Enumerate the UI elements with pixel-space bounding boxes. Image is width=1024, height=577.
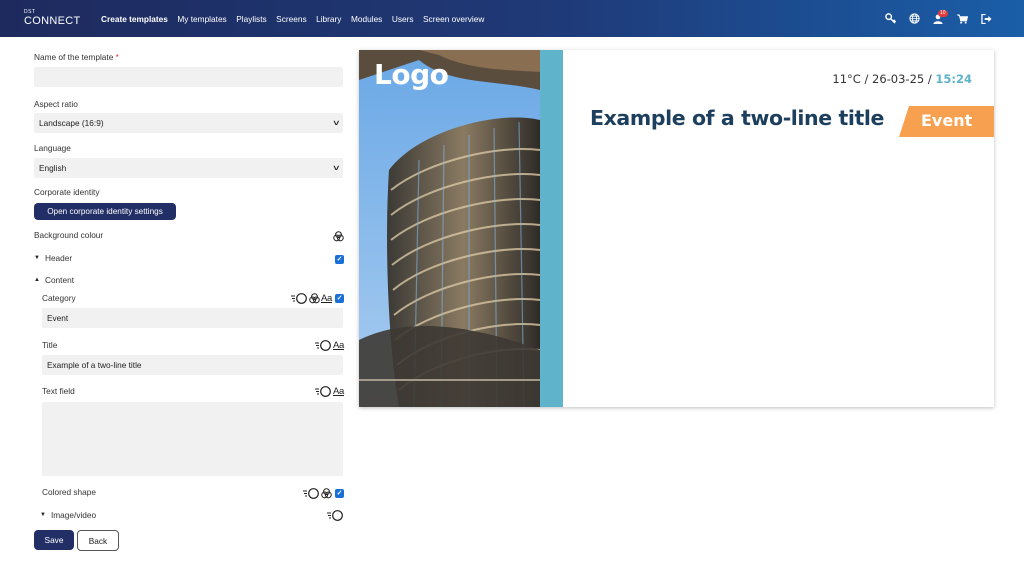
chevron-down-icon: ˅ <box>333 118 340 128</box>
preview-title: Example of a two-line title <box>590 106 885 130</box>
caret-down-icon: ▼ <box>40 512 46 518</box>
brand-logo-bottom: CONNECT <box>24 15 81 27</box>
name-label: Name of the template * <box>34 52 119 62</box>
font-settings-icon[interactable]: Aa <box>333 386 344 397</box>
nav-library[interactable]: Library <box>316 14 341 24</box>
top-navigation-bar: DST CONNECT Create templates My template… <box>0 0 1024 37</box>
template-name-input[interactable] <box>34 67 343 87</box>
nav-screen-overview[interactable]: Screen overview <box>423 14 484 24</box>
name-label-text: Name of the template <box>34 52 114 62</box>
title-controls: Aa <box>314 339 344 351</box>
accent-stripe <box>540 50 563 407</box>
header-controls: ✓ <box>335 253 344 265</box>
animation-icon[interactable] <box>303 487 320 499</box>
animation-icon[interactable] <box>327 509 344 521</box>
font-settings-icon[interactable]: Aa <box>321 293 332 304</box>
globe-icon[interactable] <box>902 13 926 24</box>
colored-shape-checkbox[interactable]: ✓ <box>335 488 344 498</box>
color-palette-icon[interactable] <box>309 292 320 304</box>
nav-create-templates[interactable]: Create templates <box>101 14 168 24</box>
caret-up-icon: ▲ <box>34 277 40 283</box>
color-palette-icon[interactable] <box>333 230 344 242</box>
back-button[interactable]: Back <box>77 530 119 551</box>
background-colour-controls <box>333 230 344 242</box>
category-label: Category <box>42 293 76 303</box>
nav-screens[interactable]: Screens <box>276 14 306 24</box>
color-palette-icon[interactable] <box>321 487 332 499</box>
animation-icon[interactable] <box>290 292 308 304</box>
content-label: Content <box>44 275 75 285</box>
content-section-toggle[interactable]: ▲ Content <box>34 275 74 285</box>
building-photo <box>359 50 540 407</box>
caret-down-icon: ▼ <box>34 255 40 261</box>
aspect-ratio-label: Aspect ratio <box>34 99 78 109</box>
text-field-label: Text field <box>42 386 75 396</box>
notification-badge: 10 <box>938 9 948 17</box>
text-field-controls: Aa <box>314 385 344 397</box>
nav-playlists[interactable]: Playlists <box>236 14 266 24</box>
category-checkbox[interactable]: ✓ <box>335 293 344 303</box>
temperature: 11°C <box>832 72 861 86</box>
logout-icon[interactable] <box>974 13 998 24</box>
key-icon[interactable] <box>878 13 902 24</box>
brand-logo[interactable]: DST CONNECT <box>0 10 80 27</box>
aspect-ratio-value: Landscape (16:9) <box>39 118 104 128</box>
animation-icon[interactable] <box>314 339 332 351</box>
template-preview: Logo 11°C / 26-03-25 / 15:24 Example of … <box>359 50 994 407</box>
preview-category-text: Event <box>921 111 973 130</box>
colored-shape-controls: ✓ <box>303 487 344 499</box>
header-label: Header <box>44 253 73 263</box>
font-settings-icon[interactable]: Aa <box>333 340 344 351</box>
nav-users[interactable]: Users <box>392 14 414 24</box>
language-value: English <box>39 163 67 173</box>
aspect-ratio-select[interactable]: Landscape (16:9) ˅ <box>34 113 343 133</box>
nav-my-templates[interactable]: My templates <box>177 14 226 24</box>
category-controls: Aa ✓ <box>290 292 344 304</box>
save-button[interactable]: Save <box>34 530 74 550</box>
user-icon[interactable]: 10 <box>926 9 950 24</box>
colored-shape-label: Colored shape <box>42 487 96 497</box>
preview-weather-datetime: 11°C / 26-03-25 / 15:24 <box>832 72 972 86</box>
cart-icon[interactable] <box>950 13 974 24</box>
separator: / <box>927 72 932 86</box>
main-nav: Create templates My templates Playlists … <box>101 14 494 24</box>
required-marker: * <box>115 52 119 62</box>
background-colour-label: Background colour <box>34 230 104 240</box>
title-label: Title <box>42 340 58 350</box>
image-video-controls <box>327 509 344 521</box>
animation-icon[interactable] <box>314 385 332 397</box>
image-video-label: Image/video <box>50 510 97 520</box>
title-input[interactable]: Example of a two-line title <box>42 355 343 375</box>
text-field-textarea[interactable] <box>42 402 343 476</box>
image-video-section-toggle[interactable]: ▼ Image/video <box>40 510 96 520</box>
header-section-toggle[interactable]: ▼ Header <box>34 253 72 263</box>
top-icons: 10 <box>878 0 998 37</box>
open-corporate-identity-button[interactable]: Open corporate identity settings <box>34 203 176 220</box>
language-select[interactable]: English ˅ <box>34 158 343 178</box>
corporate-identity-label: Corporate identity <box>34 187 100 197</box>
category-input[interactable]: Event <box>42 308 343 328</box>
time: 15:24 <box>935 72 972 86</box>
header-checkbox[interactable]: ✓ <box>335 254 344 264</box>
date: 26-03-25 <box>872 72 925 86</box>
nav-modules[interactable]: Modules <box>351 14 382 24</box>
separator: / <box>864 72 869 86</box>
language-label: Language <box>34 143 71 153</box>
preview-category-badge: Event <box>899 106 994 137</box>
preview-logo: Logo <box>374 58 449 91</box>
chevron-down-icon: ˅ <box>333 163 340 173</box>
